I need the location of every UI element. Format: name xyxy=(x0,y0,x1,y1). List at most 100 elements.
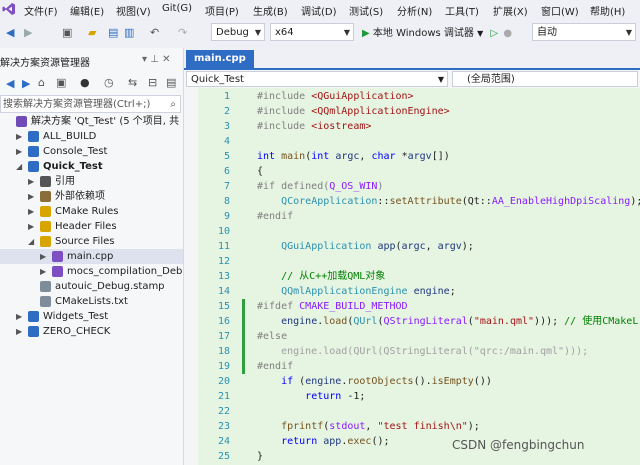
expand-icon[interactable]: ▶ xyxy=(28,219,34,234)
menu-extensions[interactable]: 扩展(X) xyxy=(493,3,528,18)
file-icon xyxy=(40,281,51,292)
global-scope-dropdown[interactable]: (全局范围) xyxy=(452,71,638,87)
tree-item[interactable]: ▶ Widgets_Test xyxy=(0,309,183,324)
expand-icon[interactable]: ▶ xyxy=(28,189,34,204)
new-item-icon[interactable]: ▣ xyxy=(62,26,72,39)
tree-item[interactable]: ▶ 引用 xyxy=(0,174,183,189)
tree-item[interactable]: ◢ Source Files xyxy=(0,234,183,249)
tree-item[interactable]: 解决方案 'Qt_Test' (5 个项目, 共 5 个 xyxy=(0,114,183,129)
folder-icon xyxy=(40,236,51,247)
chevron-down-icon: ▼ xyxy=(343,28,350,37)
expand-icon[interactable]: ▶ xyxy=(28,204,34,219)
redo-icon[interactable]: ↷ xyxy=(178,26,187,39)
line-number: 3 xyxy=(223,121,230,132)
back-icon[interactable]: ◀ xyxy=(6,77,14,90)
tree-item[interactable]: ▶ Console_Test xyxy=(0,144,183,159)
sync-icon[interactable]: ⇆ xyxy=(128,76,137,89)
code-line: 13 // 从C++加载QML对象 xyxy=(184,269,640,284)
hot-reload-icon[interactable]: ● xyxy=(503,28,512,39)
expand-icon[interactable]: ▶ xyxy=(40,264,46,279)
git-icon[interactable]: ● xyxy=(80,76,90,89)
menu-build[interactable]: 生成(B) xyxy=(253,3,288,18)
menu-tools[interactable]: 工具(T) xyxy=(445,3,479,18)
chevron-down-icon: ▼ xyxy=(254,28,261,37)
change-indicator xyxy=(242,314,245,329)
expand-icon[interactable]: ▶ xyxy=(16,324,22,339)
back-icon[interactable]: ◀ xyxy=(6,26,14,39)
show-all-files-icon[interactable]: ▤ xyxy=(166,76,176,89)
collapse-icon[interactable]: ◢ xyxy=(28,234,34,249)
menu-analyze[interactable]: 分析(N) xyxy=(397,3,432,18)
expand-icon[interactable]: ▶ xyxy=(16,144,22,159)
tree-item[interactable]: ▶ 外部依赖项 xyxy=(0,189,183,204)
start-without-debug-icon[interactable]: ▷ xyxy=(490,28,498,39)
save-icon[interactable]: ▤ xyxy=(108,26,118,39)
expand-icon[interactable]: ▶ xyxy=(28,174,34,189)
collapse-all-icon[interactable]: ⊟ xyxy=(148,76,157,89)
tree-item[interactable]: CMakeLists.txt xyxy=(0,294,183,309)
expand-icon[interactable]: ▶ xyxy=(16,309,22,324)
pending-changes-icon[interactable]: ◷ xyxy=(104,76,114,89)
menu-view[interactable]: 视图(V) xyxy=(116,3,151,18)
menu-window[interactable]: 窗口(W) xyxy=(541,3,579,18)
menu-git[interactable]: Git(G) xyxy=(162,3,192,14)
line-number: 10 xyxy=(217,226,230,237)
tree-item[interactable]: ▶ CMake Rules xyxy=(0,204,183,219)
tree-item-label: CMake Rules xyxy=(55,206,119,217)
code-line: 16 engine.load(QUrl(QStringLiteral("main… xyxy=(184,314,640,329)
code-line: 23 fprintf(stdout, "test finish\n"); xyxy=(184,419,640,434)
tree-item[interactable]: autouic_Debug.stamp xyxy=(0,279,183,294)
home-icon[interactable]: ⌂ xyxy=(38,76,45,89)
config-dropdown[interactable]: Debug ▼ xyxy=(211,23,265,41)
document-tabs: main.cpp xyxy=(184,48,640,70)
menu-project[interactable]: 项目(P) xyxy=(205,3,239,18)
line-number: 18 xyxy=(217,346,230,357)
menu-file[interactable]: 文件(F) xyxy=(24,3,58,18)
code-line: 17 #else xyxy=(184,329,640,344)
menu-edit[interactable]: 编辑(E) xyxy=(70,3,104,18)
code-line: 21 return -1; xyxy=(184,389,640,404)
tree-item[interactable]: ▶ mocs_compilation_Debug xyxy=(0,264,183,279)
auto-dropdown[interactable]: 自动 ▼ xyxy=(532,23,636,41)
tab-main-cpp[interactable]: main.cpp xyxy=(186,50,254,68)
auto-value: 自动 xyxy=(537,27,557,38)
code-line: 1 #include <QGuiApplication> xyxy=(184,89,640,104)
tree-item-label: ALL_BUILD xyxy=(43,131,97,142)
forward-icon[interactable]: ▶ xyxy=(22,77,30,90)
code-line: 11 QGuiApplication app(argc, argv); xyxy=(184,239,640,254)
solution-search-input[interactable]: 搜索解决方案资源管理器(Ctrl+;) ⌕ xyxy=(0,95,181,113)
tree-item[interactable]: ▶ ZERO_CHECK xyxy=(0,324,183,339)
menu-help[interactable]: 帮助(H) xyxy=(590,3,625,18)
switch-views-icon[interactable]: ▣ xyxy=(56,76,66,89)
tree-item-label: Header Files xyxy=(55,221,117,232)
platform-dropdown[interactable]: x64 ▼ xyxy=(270,23,354,41)
menu-test[interactable]: 测试(S) xyxy=(349,3,383,18)
forward-icon[interactable]: ▶ xyxy=(24,26,32,39)
undo-icon[interactable]: ↶ xyxy=(150,26,159,39)
scope-left-value: Quick_Test xyxy=(191,74,244,85)
folder-icon xyxy=(40,206,51,217)
project-icon xyxy=(28,311,39,322)
play-icon: ▶ xyxy=(362,28,370,39)
tree-item[interactable]: ◢ Quick_Test xyxy=(0,159,183,174)
tree-item[interactable]: ▶ Header Files xyxy=(0,219,183,234)
expand-icon[interactable]: ▶ xyxy=(40,249,46,264)
chevron-down-icon: ▼ xyxy=(477,29,484,38)
start-debugging-button[interactable]: ▶ 本地 Windows 调试器 ▼ ▷ ● xyxy=(362,24,512,39)
open-folder-icon[interactable]: ▰ xyxy=(88,26,96,39)
tree-item[interactable]: ▶ ALL_BUILD xyxy=(0,129,183,144)
project-icon xyxy=(28,326,39,337)
expand-icon[interactable]: ▶ xyxy=(16,129,22,144)
line-number: 7 xyxy=(223,181,230,192)
save-all-icon[interactable]: ▥ xyxy=(124,26,134,39)
line-number: 1 xyxy=(223,91,230,102)
project-scope-dropdown[interactable]: Quick_Test ▼ xyxy=(186,71,448,87)
change-indicator xyxy=(242,299,245,314)
line-number: 14 xyxy=(217,286,230,297)
collapse-icon[interactable]: ◢ xyxy=(16,159,22,174)
tree-item[interactable]: ▶ main.cpp xyxy=(0,249,183,264)
pin-icon[interactable]: ▾ ⊥ ✕ xyxy=(142,54,170,65)
menu-debug[interactable]: 调试(D) xyxy=(301,3,337,18)
code-line: 4 xyxy=(184,134,640,149)
code-line: 3 #include <iostream> xyxy=(184,119,640,134)
